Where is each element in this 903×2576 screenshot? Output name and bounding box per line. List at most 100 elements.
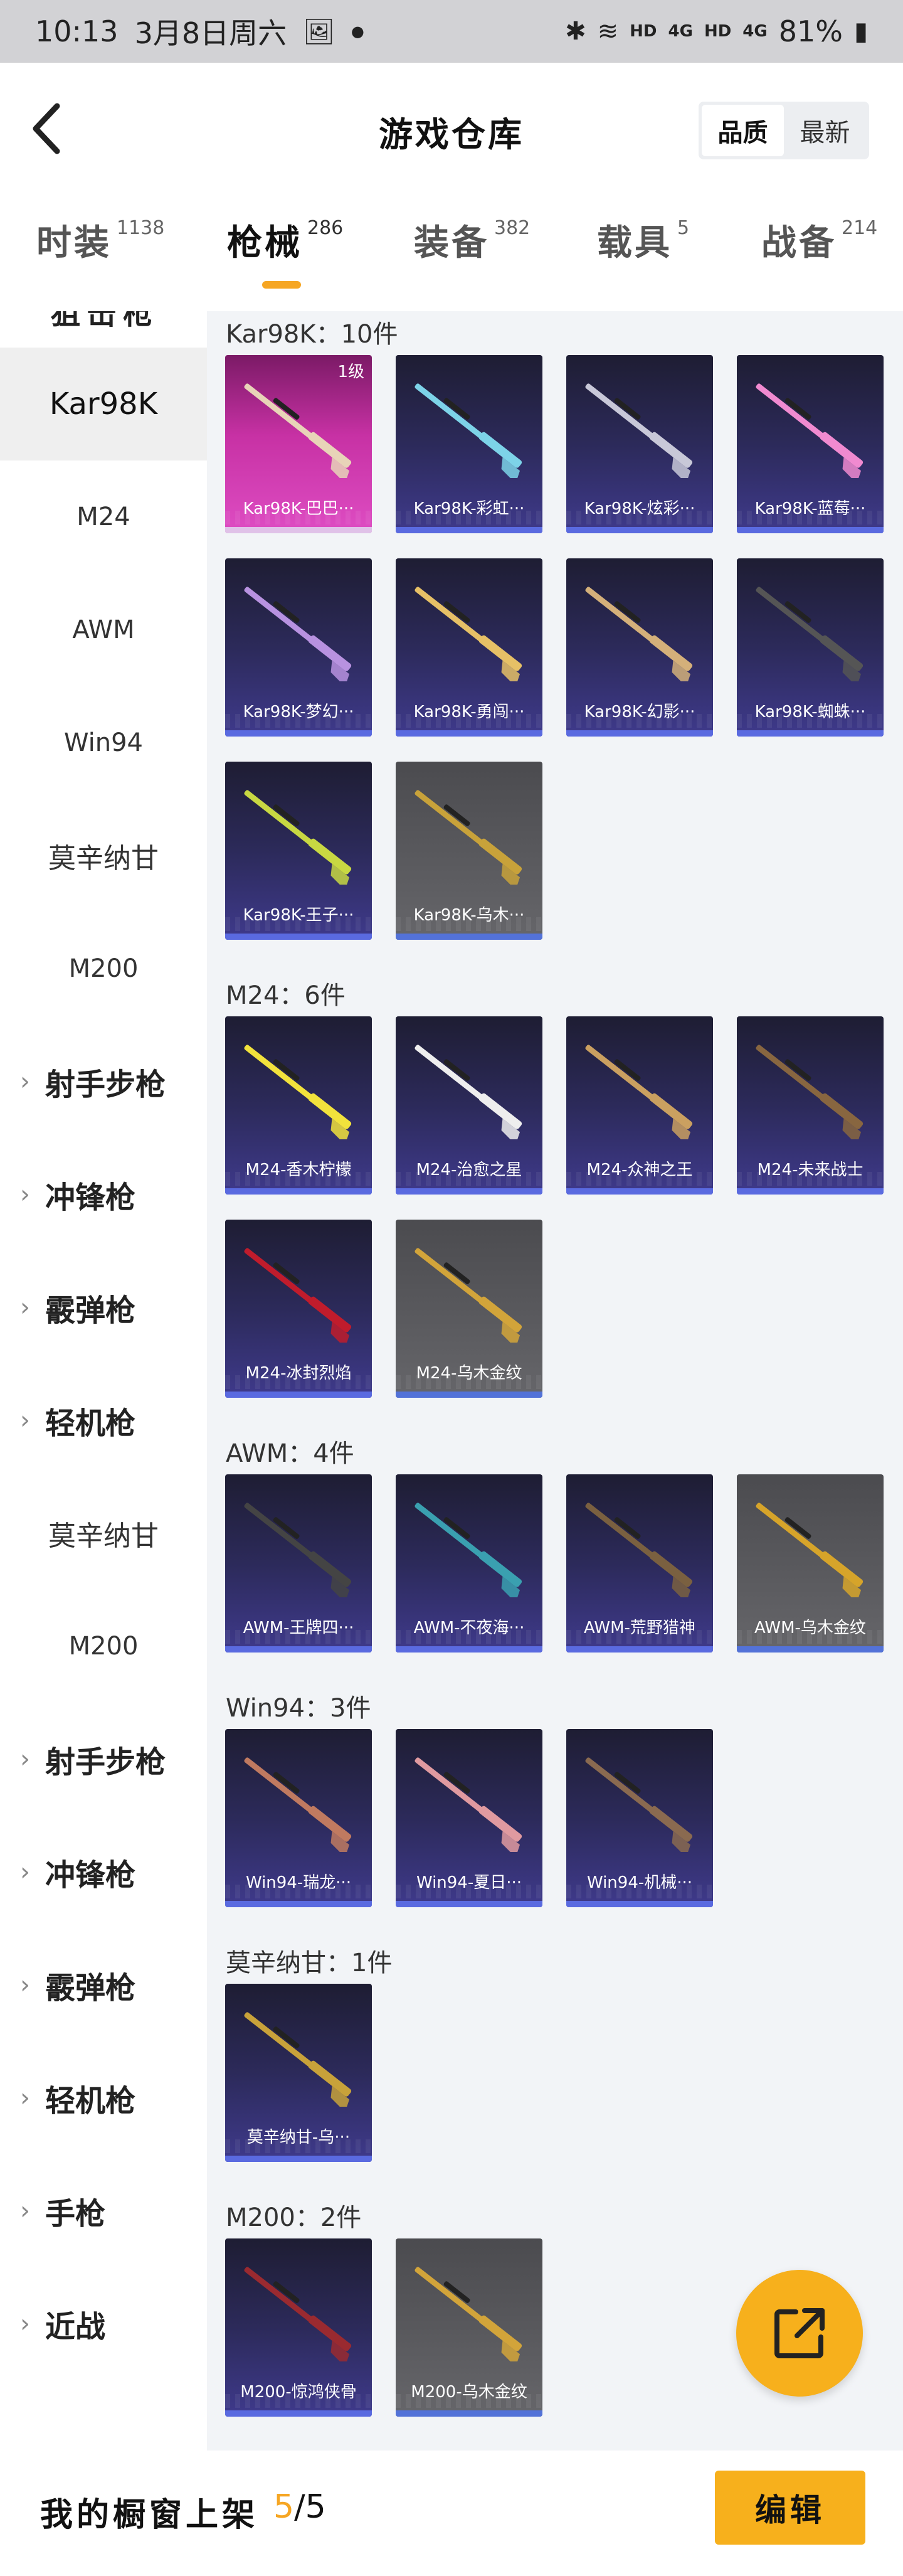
card-rarity-bar (396, 730, 542, 737)
sidebar-group-label: 霰弹枪 (45, 1293, 136, 1328)
tab-label: 战备 (761, 223, 837, 263)
item-card[interactable]: M200-乌木金纹 (396, 2238, 542, 2417)
wifi-icon: ≋ (597, 17, 619, 46)
edit-button[interactable]: 编辑 (715, 2471, 865, 2545)
share-external-icon (774, 2308, 825, 2358)
sidebar-group-shotgun-2[interactable]: › 霰弹枪 (0, 1929, 207, 2041)
item-name: M24-未来战士 (757, 1160, 863, 1179)
rifle-icon (244, 790, 352, 885)
sidebar-group-marksman[interactable]: › 射手步枪 (0, 1025, 207, 1138)
net-4g-1: 4G (668, 22, 693, 41)
sidebar-item-m200[interactable]: M200 (0, 912, 207, 1025)
gallery-icon: 🖼 (303, 17, 335, 46)
showcase-label: 我的橱窗上架 (40, 2496, 259, 2534)
sidebar-group-marksman-2[interactable]: › 射手步枪 (0, 1703, 207, 1816)
sidebar-item-m24[interactable]: M24 (0, 460, 207, 573)
item-name: 莫辛纳甘-乌··· (246, 2127, 351, 2147)
share-button[interactable] (736, 2270, 863, 2397)
item-name: AWM-乌木金纹 (754, 1618, 866, 1637)
item-card[interactable]: M24-冰封烈焰 (225, 1220, 372, 1398)
sidebar-group-melee[interactable]: › 近战 (0, 2267, 207, 2380)
sort-latest[interactable]: 最新 (784, 105, 866, 156)
section-title: 莫辛纳甘：1件 (226, 1949, 393, 1977)
section-title: Win94：3件 (226, 1694, 371, 1723)
sidebar-group-label: 轻机枪 (45, 1406, 136, 1441)
tab-equipment[interactable]: 装备 382 (414, 215, 530, 265)
tab-count: 286 (307, 217, 344, 239)
card-rarity-bar (225, 527, 372, 533)
sidebar-group-pistol[interactable]: › 手枪 (0, 2154, 207, 2267)
sidebar-item-kar98k[interactable]: Kar98K (0, 348, 207, 460)
rifle-icon (244, 1757, 352, 1852)
item-card[interactable]: Kar98K-蓝莓··· (737, 355, 884, 533)
rifle-icon (244, 2012, 352, 2107)
card-rarity-bar (225, 1392, 372, 1398)
card-rarity-bar (225, 2156, 372, 2162)
item-name: Kar98K-蜘蛛··· (754, 702, 866, 721)
item-card[interactable]: Kar98K-彩虹··· (396, 355, 542, 533)
item-card[interactable]: M200-惊鸿侠骨 (225, 2238, 372, 2417)
card-rarity-bar (396, 527, 542, 533)
item-card[interactable]: Win94-机械··· (566, 1729, 713, 1907)
sidebar-group-smg[interactable]: › 冲锋枪 (0, 1138, 207, 1251)
item-card[interactable]: AWM-不夜海··· (396, 1474, 542, 1653)
item-card[interactable]: 莫辛纳甘-乌··· (225, 1984, 372, 2162)
item-card[interactable]: AWM-荒野猎神 (566, 1474, 713, 1653)
item-name: Kar98K-幻影··· (584, 702, 695, 721)
tab-supplies[interactable]: 战备 214 (761, 215, 877, 265)
rifle-icon (585, 587, 693, 681)
sidebar-group-smg-2[interactable]: › 冲锋枪 (0, 1816, 207, 1929)
item-card[interactable]: AWM-乌木金纹 (737, 1474, 884, 1653)
item-name: Win94-瑞龙··· (245, 1873, 352, 1892)
sidebar-group-label: 射手步枪 (45, 1067, 166, 1102)
item-name: Win94-夏日··· (416, 1873, 522, 1892)
active-tab-indicator (262, 281, 301, 289)
sidebar-group-label: 近战 (45, 2309, 106, 2344)
tab-label: 时装 (36, 223, 112, 263)
sort-quality[interactable]: 品质 (702, 105, 784, 156)
rifle-icon (756, 1503, 863, 1597)
item-card[interactable]: M24-治愈之星 (396, 1016, 542, 1195)
rifle-icon (415, 790, 522, 885)
sidebar-item-m200-2[interactable]: M200 (0, 1590, 207, 1703)
tab-vehicles[interactable]: 载具 5 (597, 215, 689, 265)
rifle-icon (585, 1757, 693, 1852)
section-title: AWM：4件 (226, 1439, 354, 1468)
showcase-count-current: 5 (273, 2488, 295, 2526)
item-card[interactable]: Kar98K-蜘蛛··· (737, 558, 884, 737)
item-name: Kar98K-彩虹··· (413, 499, 525, 518)
sidebar-item-awm[interactable]: AWM (0, 573, 207, 686)
item-card[interactable]: Kar98K-炫彩··· (566, 355, 713, 533)
item-card[interactable]: Kar98K-巴巴··· 1级 (225, 355, 372, 533)
card-rarity-bar (396, 934, 542, 940)
item-card[interactable]: Win94-瑞龙··· (225, 1729, 372, 1907)
sidebar: 狙击枪 Kar98K M24 AWM Win94 莫辛纳甘 M200 › 射手步枪… (0, 311, 207, 2451)
tab-label: 枪械 (227, 223, 302, 263)
item-name: AWM-王牌四··· (243, 1618, 354, 1637)
sidebar-group-lmg-2[interactable]: › 轻机枪 (0, 2041, 207, 2154)
rifle-icon (415, 1503, 522, 1597)
item-card[interactable]: M24-众神之王 (566, 1016, 713, 1195)
sidebar-item-win94[interactable]: Win94 (0, 686, 207, 799)
sidebar-item-mosin[interactable]: 莫辛纳甘 (0, 799, 207, 912)
sidebar-item-mosin-2[interactable]: 莫辛纳甘 (0, 1477, 207, 1590)
chevron-right-icon: › (20, 1858, 30, 1887)
item-card[interactable]: Kar98K-勇闯··· (396, 558, 542, 737)
item-card[interactable]: Win94-夏日··· (396, 1729, 542, 1907)
sidebar-group-shotgun[interactable]: › 霰弹枪 (0, 1251, 207, 1364)
tab-fashion[interactable]: 时装 1138 (36, 215, 164, 265)
item-card[interactable]: AWM-王牌四··· (225, 1474, 372, 1653)
item-card[interactable]: M24-乌木金纹 (396, 1220, 542, 1398)
item-card[interactable]: M24-香木柠檬 (225, 1016, 372, 1195)
tab-guns[interactable]: 枪械 286 (227, 215, 343, 265)
item-card[interactable]: Kar98K-幻影··· (566, 558, 713, 737)
item-card[interactable]: M24-未来战士 (737, 1016, 884, 1195)
item-card[interactable]: Kar98K-王子··· (225, 762, 372, 940)
sidebar-group-lmg[interactable]: › 轻机枪 (0, 1364, 207, 1477)
sidebar-group-label: 射手步枪 (45, 1745, 166, 1780)
item-card[interactable]: Kar98K-梦幻··· (225, 558, 372, 737)
item-card[interactable]: Kar98K-乌木··· (396, 762, 542, 940)
sidebar-group-label: 霰弹枪 (45, 1971, 136, 2006)
section-title: M24：6件 (226, 981, 346, 1010)
chevron-right-icon: › (20, 1406, 30, 1435)
